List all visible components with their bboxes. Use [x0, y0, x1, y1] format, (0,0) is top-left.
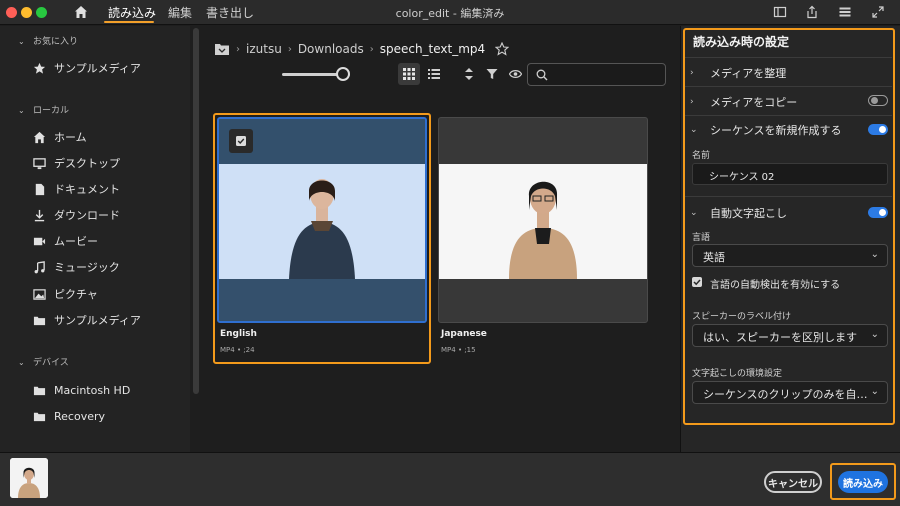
thumbnail-video-frame: [439, 164, 647, 279]
panel-layout-icon[interactable]: [773, 5, 787, 19]
sidebar-item-label: Recovery: [54, 409, 106, 423]
sidebar-item-documents[interactable]: ドキュメント: [32, 181, 120, 197]
star-icon: [33, 62, 45, 74]
sidebar-item-label: サンプルメディア: [54, 62, 141, 75]
minimize-window-button[interactable]: [21, 7, 32, 18]
sidebar-item-label: ダウンロード: [54, 209, 120, 222]
download-icon: [34, 209, 44, 221]
local-header[interactable]: ⌄ ローカル: [18, 103, 69, 116]
active-tab-indicator: [104, 21, 154, 23]
tab-export[interactable]: 書き出し: [206, 4, 254, 21]
highlight-outline: [683, 28, 895, 425]
media-card-japanese[interactable]: Japanese MP4 • ;15: [438, 117, 648, 361]
thumbnail-image: [10, 458, 48, 498]
fullscreen-icon[interactable]: [871, 5, 885, 19]
sidebar-item-label: ピクチャ: [54, 288, 98, 301]
tab-import[interactable]: 読み込み: [108, 4, 156, 21]
search-icon: [536, 69, 548, 81]
sidebar-scrollbar[interactable]: [193, 28, 199, 394]
star-outline-icon[interactable]: [495, 42, 510, 56]
folder-icon: [33, 316, 45, 325]
sidebar-item-downloads[interactable]: ダウンロード: [32, 207, 120, 223]
sidebar-item-movies[interactable]: ムービー: [32, 233, 98, 249]
list-icon: [428, 69, 440, 79]
thumbnail-size-slider-thumb[interactable]: [336, 67, 350, 81]
list-view-button[interactable]: [423, 63, 445, 85]
sidebar-item-label: デスクトップ: [54, 157, 120, 170]
search-input[interactable]: [527, 63, 666, 86]
home-icon: [33, 131, 45, 143]
sidebar-item-music[interactable]: ミュージック: [32, 259, 120, 275]
sidebar-item-macintosh-hd[interactable]: Macintosh HD: [32, 382, 130, 398]
sidebar-item-label: ドキュメント: [54, 183, 120, 196]
media-thumbnail[interactable]: [438, 117, 648, 323]
share-icon[interactable]: [805, 5, 819, 19]
movie-icon: [33, 237, 45, 245]
breadcrumb-current[interactable]: speech_text_mp4: [380, 42, 485, 56]
chevron-right-icon: ›: [287, 43, 292, 55]
settings-sliders-icon[interactable]: [838, 5, 852, 19]
sidebar-item-label: サンプルメディア: [54, 314, 141, 327]
filter-button[interactable]: [481, 63, 503, 85]
media-meta: MP4 • ;15: [441, 346, 476, 354]
desktop-icon: [32, 157, 46, 169]
music-icon: [34, 260, 45, 273]
breadcrumb-item[interactable]: Downloads: [298, 42, 364, 56]
sidebar-item-desktop[interactable]: デスクトップ: [32, 155, 120, 171]
sort-icon: [465, 68, 473, 80]
breadcrumb: › izutsu › Downloads › speech_text_mp4: [214, 40, 510, 58]
sidebar-item-pictures[interactable]: ピクチャ: [32, 286, 98, 302]
sidebar-item-recovery[interactable]: Recovery: [32, 408, 105, 424]
zoom-window-button[interactable]: [36, 7, 47, 18]
sidebar-item-label: Macintosh HD: [54, 383, 131, 397]
favorites-header[interactable]: ⌄ お気に入り: [18, 34, 78, 47]
folder-browse-icon[interactable]: [214, 42, 230, 56]
highlight-outline: [213, 113, 431, 364]
devices-header[interactable]: ⌄ デバイス: [18, 355, 69, 368]
cancel-button[interactable]: キャンセル: [764, 471, 822, 493]
sidebar-item-label: ホーム: [54, 131, 87, 144]
sidebar-item-sample-media-fav[interactable]: サンプルメディア: [32, 60, 141, 76]
document-icon: [35, 183, 44, 195]
picture-icon: [32, 288, 46, 300]
chevron-right-icon: ›: [236, 43, 240, 55]
tab-edit[interactable]: 編集: [168, 4, 192, 21]
sort-button[interactable]: [458, 63, 480, 85]
title-bar: 読み込み 編集 書き出し color_edit - 編集済み: [0, 0, 900, 25]
selected-media-tray-thumbnail[interactable]: [10, 458, 48, 498]
folder-icon: [33, 386, 45, 395]
grid-icon: [403, 68, 415, 80]
media-title: Japanese: [441, 329, 487, 339]
grid-view-button[interactable]: [398, 63, 420, 85]
home-icon[interactable]: [74, 5, 88, 19]
folder-icon: [33, 412, 45, 421]
filter-icon: [486, 69, 498, 79]
chevron-right-icon: ›: [369, 43, 374, 55]
eye-icon: [508, 70, 522, 78]
highlight-outline: [830, 463, 896, 500]
close-window-button[interactable]: [6, 7, 17, 18]
preview-toggle-button[interactable]: [504, 63, 526, 85]
sidebar-item-label: ムービー: [54, 235, 98, 248]
sidebar-item-sample-media[interactable]: サンプルメディア: [32, 312, 141, 328]
breadcrumb-item[interactable]: izutsu: [246, 42, 282, 56]
sidebar-item-label: ミュージック: [54, 261, 120, 274]
sidebar-item-home[interactable]: ホーム: [32, 129, 87, 145]
